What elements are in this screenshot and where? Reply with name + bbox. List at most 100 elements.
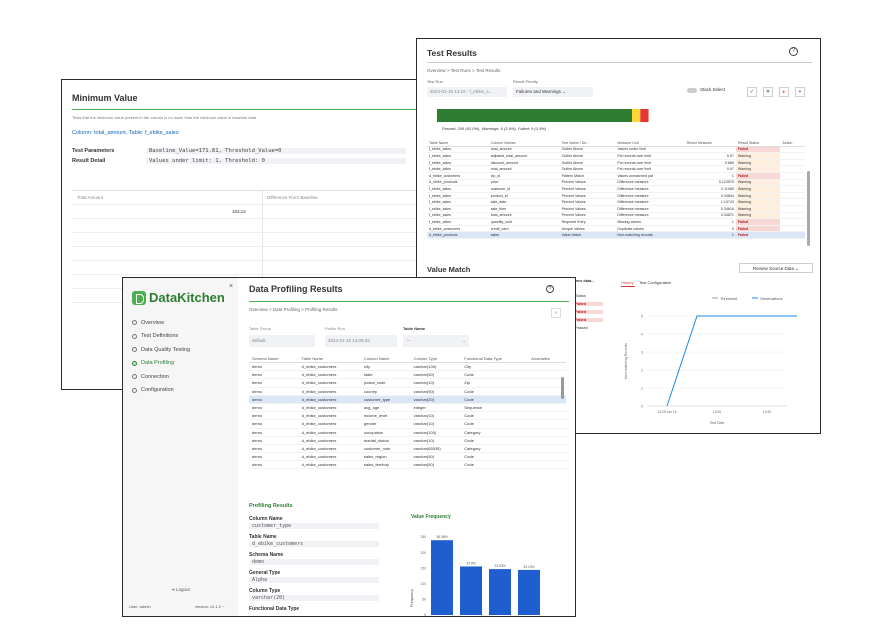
table-row[interactable]: demo d_ebike_customers marital_status varch…	[249, 436, 566, 445]
table-cell: 1	[684, 218, 736, 226]
x-axis-label: Test Date	[710, 421, 725, 425]
table-cell: Non-matching records	[615, 231, 685, 239]
sidebar-item-connection[interactable]: Connection	[131, 370, 234, 384]
profile-run-select[interactable]: 2024-01-15 14:09:32	[325, 335, 397, 347]
close-icon[interactable]: ✕	[763, 87, 773, 97]
sidebar-nav: Overview Test Definitions Data Quality Tes…	[131, 316, 234, 397]
history-line-chart: Threshold Observations 0 1 2 3 4 5 13:25 Jan 15 1…	[624, 297, 797, 425]
column-header[interactable]: Functional Data Type	[461, 355, 529, 363]
y-tick-label: 0	[641, 404, 643, 408]
table-cell: varchar(65535)	[410, 444, 462, 454]
table-row[interactable]: demo d_ebike_customers sales_region varchar…	[249, 452, 566, 462]
sidebar-item-configuration[interactable]: Configuration	[131, 384, 234, 398]
table-cell	[780, 212, 805, 220]
collapse-button[interactable]: ‹	[551, 308, 561, 318]
table-name-select[interactable]: --- ⌄	[403, 335, 469, 347]
table-row[interactable]: demo d_ebike_customers country varchar(50) C…	[249, 387, 566, 396]
table-cell: Percent Values	[559, 192, 616, 200]
stack-select-toggle[interactable]	[687, 88, 697, 93]
table-row[interactable]: demo d_ebike_customers customer_type varcha…	[249, 395, 566, 404]
column-header[interactable]: Table Name	[298, 355, 361, 363]
table-cell: 0.34844	[684, 192, 736, 200]
sidebar-item-label: Configuration	[141, 387, 174, 394]
column-header[interactable]: Column Name	[360, 355, 411, 363]
table-row[interactable]: demo d_ebike_customers avg_age integer Seque…	[249, 403, 566, 413]
sidebar-item-overview[interactable]: Overview	[131, 316, 234, 330]
table-cell: occupation	[360, 428, 411, 437]
table-cell: Warning	[735, 205, 781, 213]
column-header[interactable]: Column Type	[410, 355, 462, 363]
detail-label: Column Name	[249, 516, 283, 522]
table-row[interactable]: demo d_ebike_customers income_level varchar…	[249, 411, 566, 421]
breadcrumb[interactable]: Overview > Data Profiling > Profiling Re…	[249, 307, 338, 312]
table-row[interactable]: demo d_ebike_customers customer_note varcha…	[249, 444, 566, 454]
column-header[interactable]: Anomalies	[528, 355, 566, 363]
sidebar-item-test-definitions[interactable]: Test Definitions	[131, 330, 234, 344]
row-divider	[72, 246, 417, 247]
review-source-data-button[interactable]: Review Source Data ⌄	[739, 263, 813, 273]
table-row[interactable]: d_ebike_products price Percent Values Diffe…	[427, 179, 805, 187]
table-row[interactable]: f_ebike_sales sale_time Percent Values Diff…	[427, 205, 805, 213]
test-run-label: Test Run	[427, 79, 443, 84]
help-icon[interactable]: ?	[546, 285, 554, 293]
tab-test-configuration[interactable]: Test Configuration	[639, 280, 671, 285]
table-row[interactable]: demo d_ebike_customers postal_code varchar(…	[249, 378, 566, 388]
table-row[interactable]: f_ebike_sales quantity_sold Required Entry…	[427, 218, 805, 226]
table-row[interactable]: demo d_ebike_customers gender varchar(10) Co…	[249, 419, 566, 429]
table-row[interactable]: f_ebike_sales total_amount Outlier Above Pc…	[427, 165, 805, 173]
sidebar-item-data-quality-testing[interactable]: Data Quality Testing	[131, 343, 234, 357]
table-row[interactable]: d_ebike_products sales Value Match Non-matc…	[427, 231, 805, 239]
table-scrollbar[interactable]	[807, 171, 810, 246]
table-cell: varchar(100)	[410, 362, 462, 372]
close-icon[interactable]: ×	[229, 283, 233, 290]
table-cell: Pct records over limit	[615, 159, 685, 167]
table-row[interactable]: demo d_ebike_customers state varchar(50) Cod…	[249, 370, 566, 380]
table-row[interactable]: f_ebike_sales customer_id Percent Values Di…	[427, 185, 805, 193]
table-cell: varchar(10)	[410, 436, 462, 445]
tab-history[interactable]: History	[621, 280, 633, 285]
logout-link[interactable]: ⇥ Logout	[171, 587, 190, 593]
y-tick-label: 250	[420, 535, 426, 539]
result-priority-select[interactable]: Failures and Warnings ⌄	[513, 87, 593, 97]
logo-text: DataKitchen	[149, 290, 225, 305]
table-cell: 0.97	[684, 152, 736, 160]
table-cell: Code	[461, 411, 529, 421]
table-cell: 1	[684, 231, 736, 239]
table-row[interactable]: f_ebike_sales adjusted_total_amount Outlie…	[427, 152, 805, 160]
table-row[interactable]: demo d_ebike_customers occupation varchar(1…	[249, 428, 566, 437]
table-group-label: Table Group	[249, 326, 271, 331]
table-scrollbar[interactable]	[561, 377, 564, 399]
help-icon[interactable]: ?	[789, 47, 798, 56]
breadcrumb[interactable]: Overview > Test Runs > Test Results	[427, 68, 500, 73]
title-divider	[249, 301, 569, 302]
col-difference-header: Difference From Baseline	[267, 195, 318, 200]
table-row[interactable]: d_ebike_customers zip_id Pattern Match Valu…	[427, 172, 805, 180]
table-row[interactable]: demo d_ebike_customers sales_territory varc…	[249, 460, 566, 470]
sidebar-item-data-profiling[interactable]: Data Profiling	[131, 357, 234, 371]
value-match-title: Value Match	[427, 265, 471, 274]
link-icon	[132, 374, 137, 380]
table-cell: Percent Values	[559, 212, 616, 220]
table-row[interactable]: f_ebike_sales total_amount Outlier Above Va…	[427, 146, 805, 154]
table-cell: Difference measure	[615, 198, 685, 206]
table-row[interactable]: f_ebike_sales total_amount Percent Values D…	[427, 212, 805, 220]
table-cell: varchar(100)	[410, 428, 462, 437]
table-cell: demo	[249, 444, 299, 454]
check-icon[interactable]: ✓	[747, 87, 757, 97]
table-row[interactable]: f_ebike_sales discount_amount Outlier Abov…	[427, 159, 805, 167]
column-header[interactable]: Schema Name	[249, 355, 299, 363]
table-cell: f_ebike_sales	[427, 185, 489, 193]
table-row[interactable]: f_ebike_sales sale_date Percent Values Diff…	[427, 198, 805, 206]
table-cell: 0.97	[684, 165, 736, 173]
table-row[interactable]: demo d_ebike_customers city varchar(100) Cit…	[249, 362, 566, 372]
sidebar-item-label: Data Quality Testing	[141, 346, 191, 353]
more-icon[interactable]: +	[795, 87, 805, 97]
table-cell: d_ebike_products	[427, 179, 489, 187]
value-frequency-chart: 0 50 100 150 200 250 Frequency 38.36% 24.9% 23.53…	[410, 535, 540, 616]
y-tick-label: 100	[420, 582, 426, 586]
table-row[interactable]: d_ebike_customers credit_card Unique Value…	[427, 225, 805, 233]
rss-icon[interactable]: ▸	[779, 87, 789, 97]
test-run-select[interactable]: 2024-01-15 14:10 - f_ebike_s...	[427, 87, 507, 97]
table-row[interactable]: f_ebike_sales product_id Percent Values Dif…	[427, 192, 805, 200]
table-group-select[interactable]: default	[249, 335, 315, 347]
